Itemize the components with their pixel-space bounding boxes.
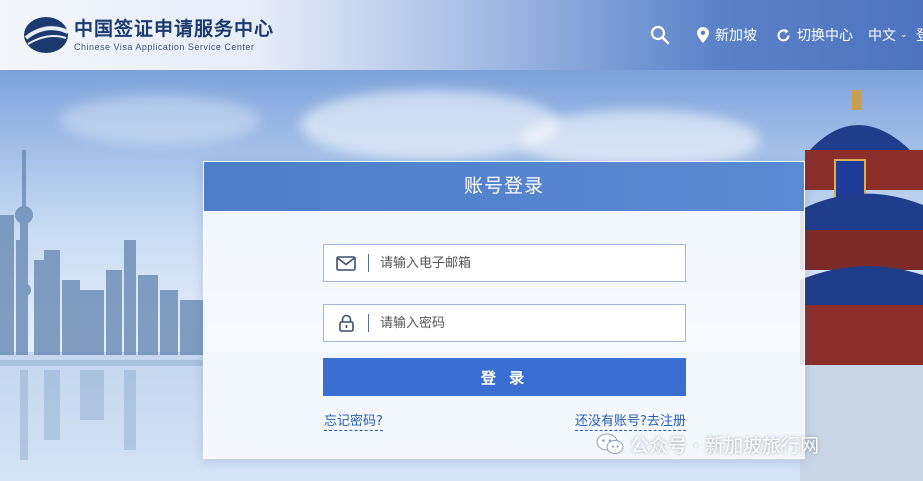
login-button[interactable]: 登 录 [323,358,686,396]
email-input[interactable] [380,246,670,280]
wechat-icon [596,433,624,454]
nav-login-partial[interactable]: 登 [916,0,923,70]
refresh-icon [777,28,790,41]
nav-search[interactable] [650,0,670,70]
logo-english-name: Chinese Visa Application Service Center [74,42,255,52]
login-card: 账号登录 登 录 忘记密码? 还没有账号?去注册 [203,161,805,459]
logo-chinese-name: 中国签证申请服务中心 [74,18,275,40]
watermark-text: 公众号 · 新加坡旅行网 [630,434,820,457]
mail-icon [336,255,356,271]
email-field[interactable] [323,244,686,282]
site-logo[interactable]: 中国签证申请服务中心 Chinese Visa Application Serv… [22,14,274,56]
password-field[interactable] [323,304,686,342]
logo-globe-icon [24,17,69,53]
password-input[interactable] [380,306,670,340]
city-skyline [0,150,205,460]
field-divider [368,254,369,272]
nav-login-label: 登 [916,25,923,45]
language-select[interactable]: 中文 ⌄ [868,0,908,70]
location-pin-icon [697,27,709,43]
location-label: 新加坡 [715,28,757,44]
field-divider [368,314,369,332]
forgot-password-link[interactable]: 忘记密码? [324,410,383,431]
top-header: 中国签证申请服务中心 Chinese Visa Application Serv… [0,0,923,70]
language-label: 中文 [868,28,896,44]
switch-center-label: 切换中心 [797,28,853,44]
temple-of-heaven [800,90,923,481]
lock-icon [338,314,354,332]
register-link[interactable]: 还没有账号?去注册 [575,410,686,431]
search-button[interactable] [650,25,670,45]
cloud [300,90,560,160]
nav-switch-center[interactable]: 切换中心 [776,0,853,70]
search-icon [650,25,670,45]
nav-location[interactable]: 新加坡 [697,0,757,70]
chevron-down-icon: ⌄ [900,30,908,40]
wechat-watermark: 公众号 · 新加坡旅行网 [596,429,819,459]
login-title: 账号登录 [204,162,804,211]
